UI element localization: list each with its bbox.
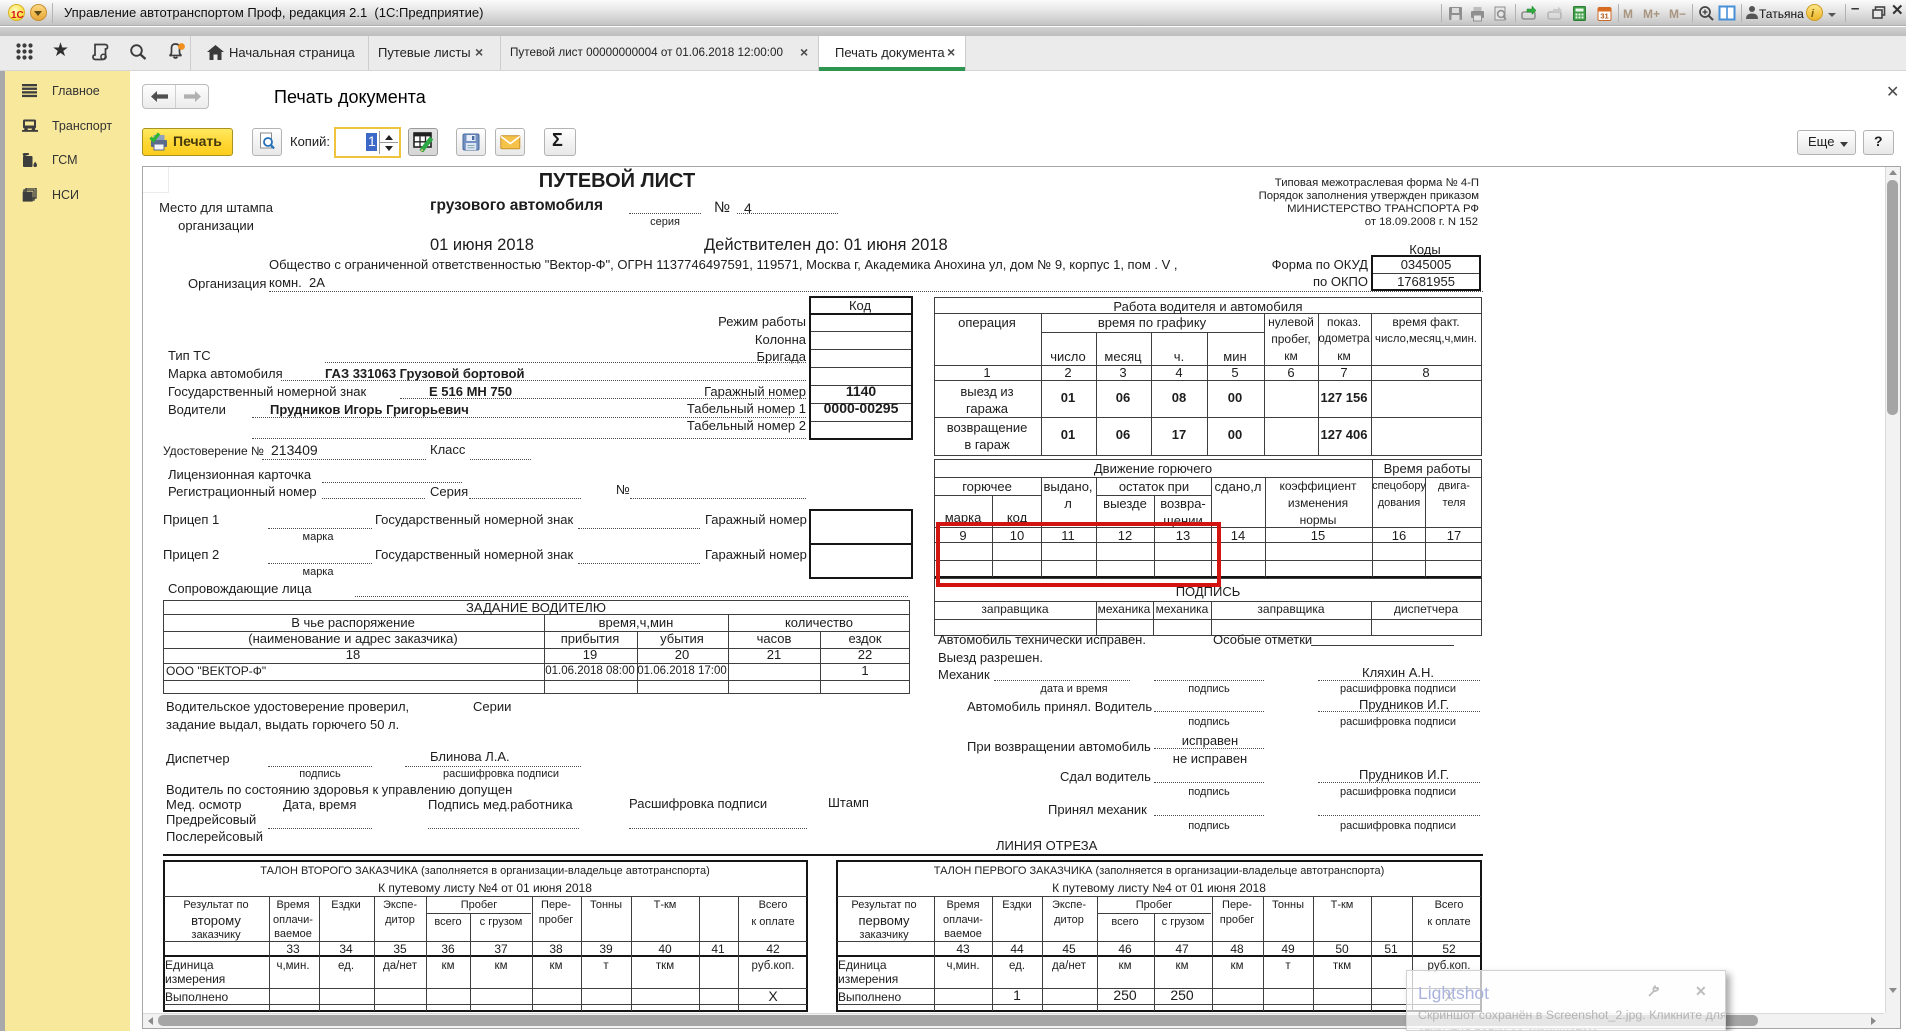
svg-text:31: 31 (1600, 12, 1608, 21)
